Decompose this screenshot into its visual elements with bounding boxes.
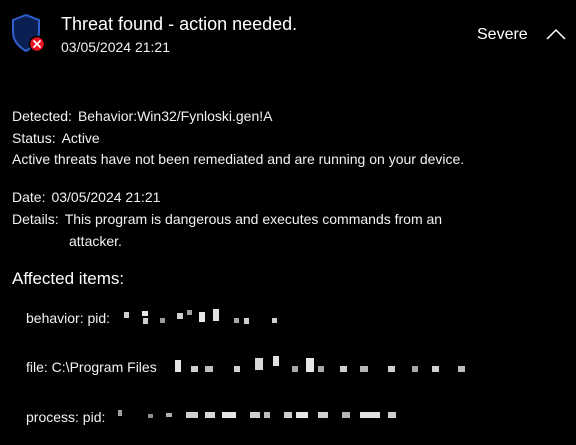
detected-row: Detected: Behavior:Win32/Fynloski.gen!A	[12, 107, 272, 125]
chevron-up-icon[interactable]	[545, 27, 567, 41]
status-label: Status:	[12, 130, 56, 146]
affected-item-file: file: C:\Program Files	[26, 359, 157, 375]
date-label: Date:	[12, 189, 46, 205]
severity-label: Severe	[477, 26, 528, 43]
threat-notification: Threat found - action needed. 03/05/2024…	[0, 0, 576, 445]
affected-items-heading: Affected items:	[12, 269, 125, 288]
status-message: Active threats have not been remediated …	[12, 151, 465, 167]
shield-error-icon	[10, 13, 46, 54]
notification-title: Threat found - action needed.	[61, 14, 298, 34]
status-row: Status: Active	[12, 129, 100, 147]
details-row: Details: This program is dangerous and ex…	[12, 210, 442, 228]
details-label: Details:	[12, 211, 59, 227]
notification-date: 03/05/2024 21:21	[61, 39, 170, 55]
details-value-continued: attacker.	[69, 233, 122, 249]
detected-value: Behavior:Win32/Fynloski.gen!A	[77, 108, 273, 124]
status-value: Active	[61, 130, 100, 146]
affected-item-behavior: behavior: pid:	[26, 310, 111, 326]
detected-label: Detected:	[12, 108, 72, 124]
date-value: 03/05/2024 21:21	[51, 189, 161, 205]
affected-item-process: process: pid:	[26, 409, 106, 425]
details-value: This program is dangerous and executes c…	[64, 211, 443, 227]
date-row: Date: 03/05/2024 21:21	[12, 188, 160, 206]
